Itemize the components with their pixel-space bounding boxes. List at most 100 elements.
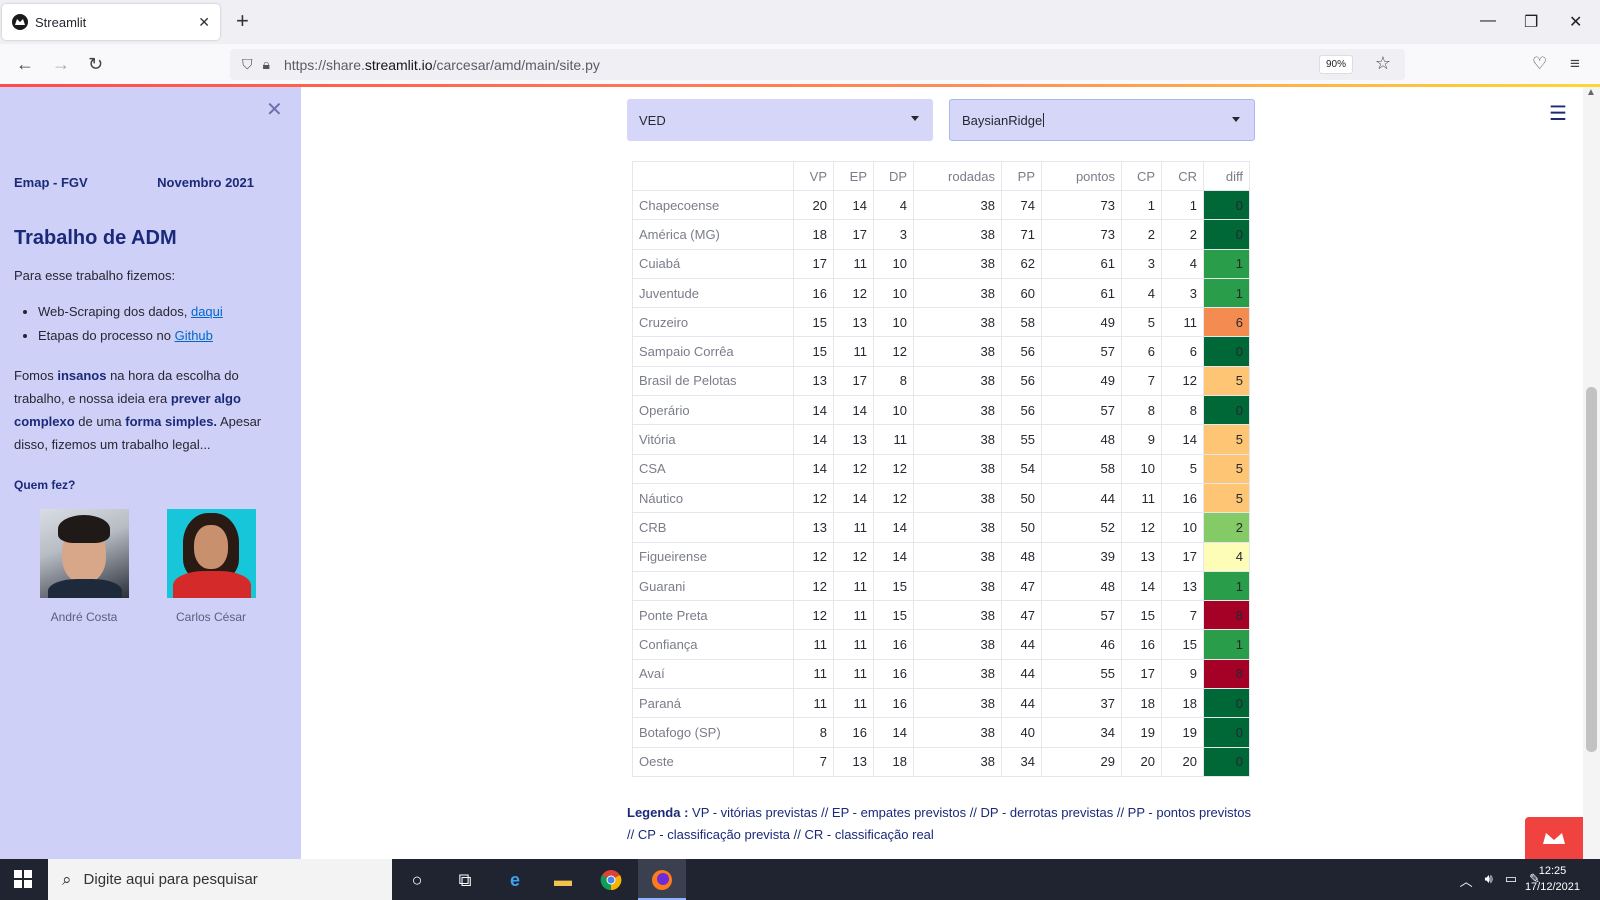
rod-cell: 38: [913, 453, 1002, 484]
column-header[interactable]: DP: [873, 161, 914, 191]
team-cell: Náutico: [632, 482, 794, 514]
table-row: Juventude 16 12 10 38 60 61 4 3 1: [632, 277, 1250, 309]
new-tab-icon[interactable]: +: [236, 10, 249, 32]
table-row: Cruzeiro 15 13 10 38 58 49 5 11 6: [632, 307, 1250, 338]
search-placeholder: Digite aqui para pesquisar: [83, 871, 258, 888]
url-bar[interactable]: ⛉ 🔒︎ https://share. streamlit.io/carcesar…: [230, 49, 1405, 80]
lock-icon[interactable]: 🔒︎: [263, 56, 270, 73]
chrome-icon[interactable]: [598, 867, 624, 893]
column-header[interactable]: pontos: [1041, 161, 1122, 191]
column-header[interactable]: CR: [1161, 161, 1204, 191]
diff-cell: 0: [1203, 688, 1250, 719]
back-icon[interactable]: ←: [16, 54, 34, 75]
diff-cell: 1: [1203, 570, 1250, 602]
bookmark-star-icon[interactable]: ☆: [1375, 53, 1391, 74]
daqui-link[interactable]: daqui: [191, 304, 223, 319]
ep-cell: 17: [833, 219, 874, 250]
vp-cell: 12: [793, 570, 834, 602]
table-row: Náutico 12 14 12 38 50 44 11 16 5: [632, 482, 1250, 514]
column-header[interactable]: [632, 161, 794, 191]
table-row: Guarani 12 11 15 38 47 48 14 13 1: [632, 570, 1250, 602]
sidebar-title: Trabalho de ADM: [14, 227, 177, 249]
scroll-up-icon[interactable]: ▲: [1586, 87, 1596, 98]
table-row: CSA 14 12 12 38 54 58 10 5 5: [632, 453, 1250, 484]
diff-cell: 6: [1203, 307, 1250, 338]
close-window-icon[interactable]: ✕: [1569, 12, 1582, 32]
pp-cell: 58: [1001, 307, 1042, 338]
team-cell: Ponte Preta: [632, 600, 794, 631]
github-link[interactable]: Github: [175, 328, 213, 343]
text-cursor: [1043, 113, 1045, 127]
vp-cell: 14: [793, 424, 834, 455]
column-header[interactable]: PP: [1001, 161, 1042, 191]
dp-cell: 8: [873, 365, 914, 397]
hamburger-menu-icon[interactable]: ☰: [1549, 101, 1567, 126]
network-icon[interactable]: ▭: [1505, 871, 1517, 890]
tab-close-icon[interactable]: ✕: [198, 14, 210, 31]
team-cell: Cruzeiro: [632, 307, 794, 338]
pts-cell: 61: [1041, 248, 1122, 279]
vp-cell: 11: [793, 629, 834, 660]
scrollbar-thumb[interactable]: [1586, 387, 1597, 752]
shield-icon[interactable]: ⛉: [242, 56, 253, 73]
date-label: Novembro 2021: [157, 175, 254, 190]
column-header[interactable]: VP: [793, 161, 834, 191]
column-header[interactable]: CP: [1121, 161, 1162, 191]
dp-cell: 10: [873, 395, 914, 426]
file-explorer-icon[interactable]: ▬: [550, 867, 576, 893]
diff-cell: 1: [1203, 248, 1250, 279]
forward-icon[interactable]: →: [52, 54, 70, 75]
table-row: CRB 13 11 14 38 50 52 12 10 2: [632, 512, 1250, 543]
dp-cell: 16: [873, 688, 914, 719]
cp-cell: 3: [1121, 248, 1162, 279]
pts-cell: 73: [1041, 219, 1122, 250]
cortana-icon[interactable]: ○: [404, 867, 430, 893]
firefox-icon[interactable]: [649, 867, 675, 893]
vertical-scrollbar[interactable]: ▲: [1583, 87, 1600, 859]
sidebar-close-icon[interactable]: ✕: [266, 97, 283, 122]
taskbar-search[interactable]: ⌕ Digite aqui para pesquisar: [48, 859, 392, 900]
windows-start-icon[interactable]: [14, 870, 32, 888]
cr-cell: 6: [1161, 336, 1204, 367]
streamlit-badge-icon[interactable]: [1525, 817, 1583, 859]
pts-cell: 34: [1041, 717, 1122, 748]
chevron-up-icon[interactable]: ︿: [1460, 871, 1473, 890]
rod-cell: 38: [913, 336, 1002, 367]
cp-cell: 2: [1121, 219, 1162, 250]
pp-cell: 48: [1001, 541, 1042, 572]
column-header[interactable]: diff: [1203, 161, 1250, 191]
restore-icon[interactable]: ❐: [1524, 12, 1538, 32]
rod-cell: 38: [913, 482, 1002, 514]
column-header[interactable]: EP: [833, 161, 874, 191]
task-view-icon[interactable]: ⧉: [452, 867, 478, 893]
diff-cell: 5: [1203, 424, 1250, 455]
model-type-select[interactable]: VED: [627, 99, 933, 141]
minimize-icon[interactable]: —: [1480, 12, 1496, 30]
ep-cell: 12: [833, 541, 874, 572]
team-cell: Chapecoense: [632, 189, 794, 221]
volume-icon[interactable]: 🔊︎: [1485, 871, 1493, 890]
table-row: Brasil de Pelotas 13 17 8 38 56 49 7 12 5: [632, 365, 1250, 397]
table-row: Ponte Preta 12 11 15 38 47 57 15 7 8: [632, 600, 1250, 631]
pts-cell: 57: [1041, 395, 1122, 426]
reload-icon[interactable]: ↻: [88, 54, 103, 75]
vp-cell: 13: [793, 365, 834, 397]
vp-cell: 14: [793, 453, 834, 484]
taskbar-clock[interactable]: 12:25 17/12/2021: [1525, 863, 1580, 895]
browser-tab[interactable]: Streamlit ✕: [2, 4, 220, 40]
regressor-select[interactable]: BaysianRidge: [949, 99, 1255, 141]
zoom-level[interactable]: 90%: [1318, 55, 1353, 74]
team-cell: Botafogo (SP): [632, 717, 794, 748]
menu-icon[interactable]: ≡: [1570, 54, 1580, 74]
vp-cell: 17: [793, 248, 834, 279]
vp-cell: 15: [793, 336, 834, 367]
pp-cell: 71: [1001, 219, 1042, 250]
edge-icon[interactable]: e: [502, 867, 528, 893]
table-row: Paraná 11 11 16 38 44 37 18 18 0: [632, 688, 1250, 719]
column-header[interactable]: rodadas: [913, 161, 1002, 191]
cp-cell: 11: [1121, 482, 1162, 514]
dp-cell: 12: [873, 453, 914, 484]
rod-cell: 38: [913, 746, 1002, 777]
pocket-icon[interactable]: ♡: [1532, 54, 1547, 74]
diff-cell: 5: [1203, 365, 1250, 397]
